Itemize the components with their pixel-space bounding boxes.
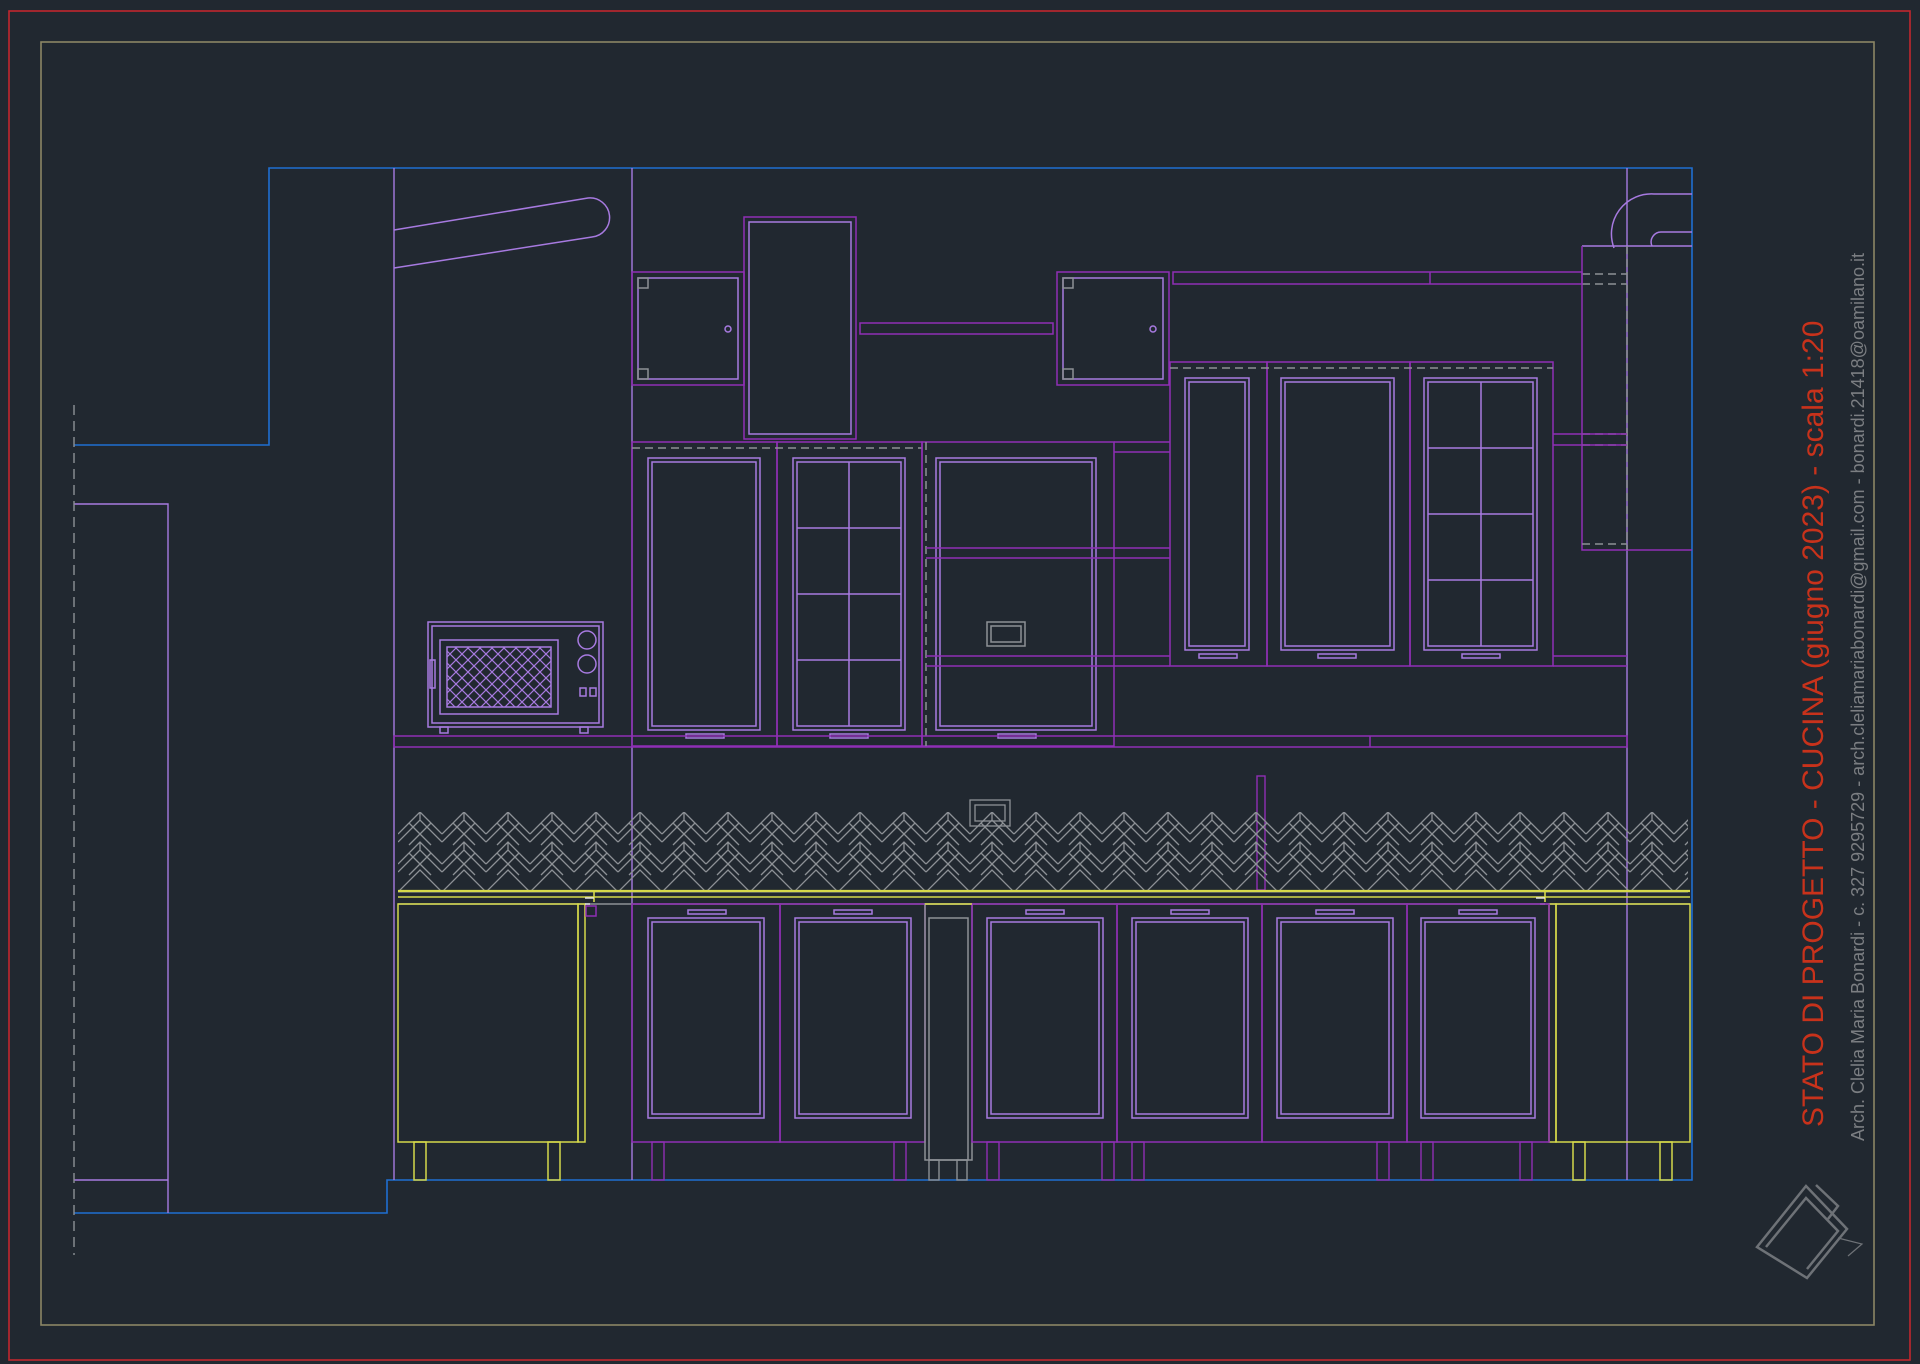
upper-box-right xyxy=(1056,271,1170,386)
base-cabinets xyxy=(631,903,1550,1161)
wall-outline xyxy=(74,167,1693,1214)
oven-column xyxy=(921,441,1170,747)
architect-logo-icon xyxy=(1755,1184,1864,1280)
upper-cabinets-left xyxy=(631,441,923,747)
hood-duct xyxy=(393,197,611,269)
appliance-right xyxy=(1536,897,1691,1181)
outer-border xyxy=(8,10,1911,1361)
upper-shelf-right xyxy=(1172,271,1583,285)
cad-drawing xyxy=(8,10,1911,1361)
upper-cabinets-right xyxy=(1169,361,1627,667)
backsplash xyxy=(398,812,1688,892)
right-duct xyxy=(1581,193,1692,551)
inner-border xyxy=(40,41,1875,1326)
upper-box-left xyxy=(631,271,745,386)
drawing-title: STATO DI PROGETTO - CUCINA (giugno 2023)… xyxy=(1797,320,1830,1127)
wall-shelf xyxy=(859,322,1054,335)
cabinet-legs xyxy=(651,1141,1533,1181)
tall-column-top xyxy=(743,216,857,440)
architect-credits: Arch. Clelia Maria Bonardi - c. 327 9295… xyxy=(1848,253,1868,1141)
appliance-left xyxy=(397,897,597,1181)
microwave-icon xyxy=(427,621,604,734)
